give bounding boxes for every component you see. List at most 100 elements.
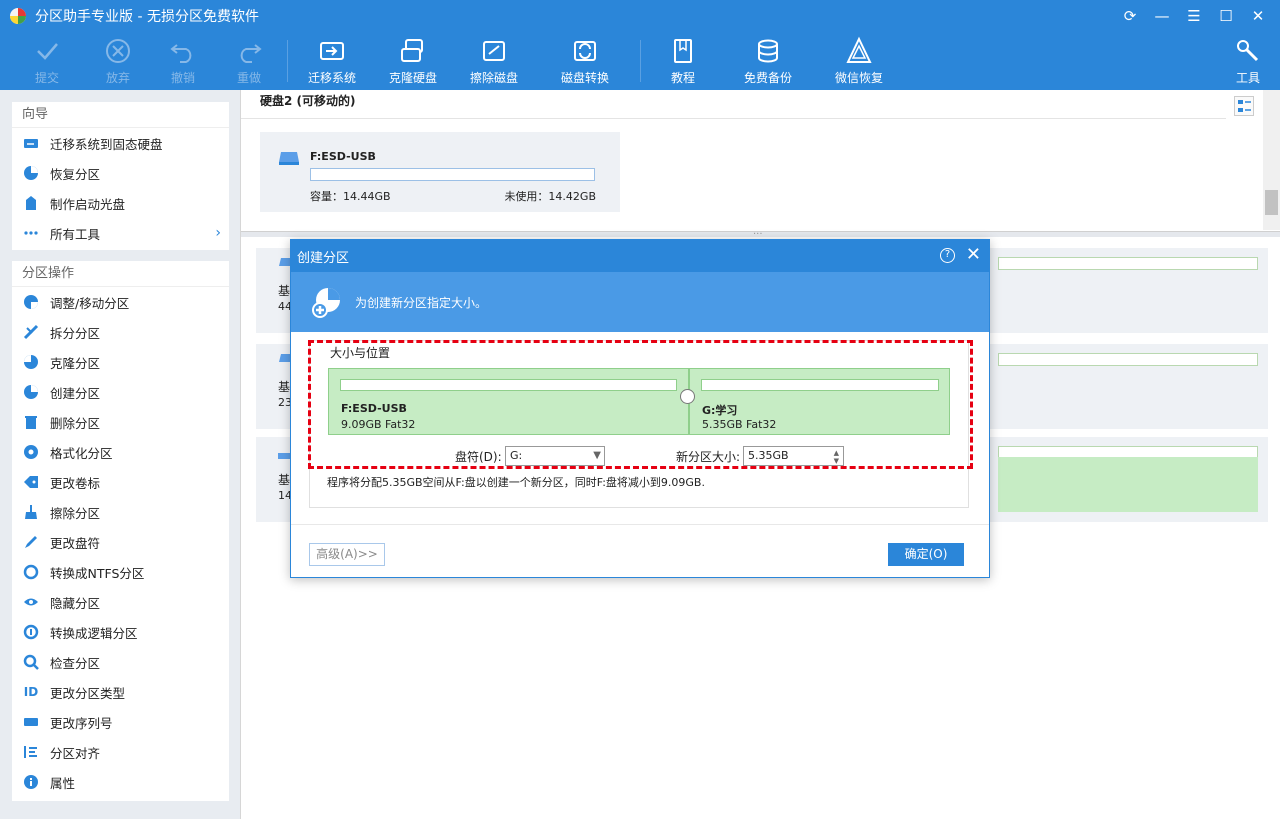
close-button[interactable]: ✕ <box>1242 0 1274 32</box>
spin-up-icon[interactable]: ▲ <box>834 449 839 457</box>
wechat-restore-button[interactable]: 微信恢复 <box>824 36 894 86</box>
redo-button[interactable]: 重做 <box>214 36 284 86</box>
migrate-os-button[interactable]: 迁移系统 <box>297 36 367 86</box>
maximize-button[interactable]: ☐ <box>1210 0 1242 32</box>
menu-button[interactable]: ☰ <box>1178 0 1210 32</box>
free-backup-button[interactable]: 免费备份 <box>733 36 803 86</box>
partition-usage-bar <box>340 379 677 391</box>
sidebar-item-label: 隐藏分区 <box>50 595 101 611</box>
view-toggle-button[interactable] <box>1234 96 1254 116</box>
tutorial-label: 教程 <box>670 71 695 85</box>
properties-icon <box>22 773 40 791</box>
sidebar-item-clone-partition[interactable]: 克隆分区 <box>12 347 229 377</box>
sidebar-item-label: 转换成NTFS分区 <box>50 565 145 581</box>
sidebar-item-create-partition[interactable]: 创建分区 <box>12 377 229 407</box>
more-tools-icon <box>22 224 40 242</box>
sidebar-item-format-partition[interactable]: 格式化分区 <box>12 437 229 467</box>
group-title: 大小与位置 <box>328 344 393 361</box>
sidebar-item-label: 迁移系统到固态硬盘 <box>50 136 163 152</box>
tools-button[interactable]: 工具 <box>1213 36 1280 86</box>
sidebar-item-align-partition[interactable]: 分区对齐 <box>12 737 229 767</box>
format-partition-icon <box>22 443 40 461</box>
drive-letter-select[interactable]: G: ▼ <box>505 446 605 466</box>
scrollbar[interactable] <box>1263 90 1280 230</box>
tutorial-button[interactable]: 教程 <box>648 36 718 86</box>
clone-partition-icon <box>22 353 40 371</box>
ok-button[interactable]: 确定(O) <box>888 543 964 566</box>
sidebar-item-resize-partition[interactable]: 调整/移动分区 <box>12 287 229 317</box>
discard-button[interactable]: 放弃 <box>83 36 153 86</box>
list-view-icon <box>1238 100 1251 112</box>
wipe-disk-button[interactable]: 擦除磁盘 <box>459 36 529 86</box>
dialog-close-button[interactable]: ✕ <box>966 244 981 265</box>
left-partition-block[interactable]: F:ESD-USB 9.09GB Fat32 <box>328 368 689 435</box>
sidebar-item-recover-partition[interactable]: 恢复分区 <box>12 158 229 188</box>
sidebar-item-label: 检查分区 <box>50 655 101 671</box>
toolbar-divider <box>287 40 288 82</box>
disk-card-label: 基 <box>278 473 291 487</box>
free-backup-label: 免费备份 <box>743 71 792 85</box>
sidebar-item-label: 删除分区 <box>50 415 101 431</box>
undo-button[interactable]: 撤销 <box>148 36 218 86</box>
sidebar-item-migrate-ssd[interactable]: 迁移系统到固态硬盘 <box>12 128 229 158</box>
partition-info: 9.09GB Fat32 <box>341 418 416 431</box>
sidebar-item-change-drive-letter[interactable]: 更改盘符 <box>12 527 229 557</box>
sidebar-item-label: 调整/移动分区 <box>50 295 130 311</box>
sidebar-item-label: 转换成逻辑分区 <box>50 625 138 641</box>
sidebar-item-delete-partition[interactable]: 删除分区 <box>12 407 229 437</box>
backup-icon <box>758 39 778 63</box>
sidebar-item-bootable-media[interactable]: 制作启动光盘 <box>12 188 229 218</box>
spin-down-icon[interactable]: ▼ <box>834 457 839 465</box>
right-partition-block[interactable]: G:学习 5.35GB Fat32 <box>689 368 950 435</box>
minimize-button[interactable]: — <box>1146 0 1178 32</box>
redo-icon <box>240 44 262 63</box>
sidebar-item-change-serial[interactable]: 更改序列号 <box>12 707 229 737</box>
create-partition-dialog: 创建分区 ? ✕ 为创建新分区指定大小。 大小与位置 F:ESD-USB 9.0… <box>290 239 990 578</box>
convert-disk-button[interactable]: 磁盘转换 <box>550 36 620 86</box>
sidebar-item-convert-logical[interactable]: 转换成逻辑分区 <box>12 617 229 647</box>
disk-header: 硬盘2 (可移动的) <box>260 94 356 108</box>
sidebar-item-hide-partition[interactable]: 隐藏分区 <box>12 587 229 617</box>
usb-partition-card[interactable]: F:ESD-USB 容量：14.44GB 未使用：14.42GB <box>260 132 620 212</box>
sidebar-item-change-label[interactable]: 更改卷标 <box>12 467 229 497</box>
sidebar-item-label: 拆分分区 <box>50 325 101 341</box>
pane-splitter[interactable]: ··· <box>241 229 1280 240</box>
submit-button[interactable]: 提交 <box>12 36 82 86</box>
resize-handle[interactable] <box>680 389 695 404</box>
dialog-title: 创建分区 <box>297 250 350 266</box>
disk-card-label: 基 <box>278 284 291 298</box>
sidebar-item-wipe-partition[interactable]: 擦除分区 <box>12 497 229 527</box>
sidebar-item-label: 更改序列号 <box>50 715 113 731</box>
sidebar-item-label: 属性 <box>50 775 76 791</box>
clone-disk-button[interactable]: 克隆硬盘 <box>378 36 448 86</box>
sidebar-item-split-partition[interactable]: 拆分分区 <box>12 317 229 347</box>
sidebar-item-check-partition[interactable]: 检查分区 <box>12 647 229 677</box>
toolbar-divider <box>640 40 641 82</box>
wipe-disk-label: 擦除磁盘 <box>469 71 518 85</box>
discard-label: 放弃 <box>105 71 130 85</box>
refresh-icon[interactable]: ⟳ <box>1114 0 1146 32</box>
change-type-icon: ID <box>23 685 39 699</box>
sidebar-item-label: 更改卷标 <box>50 475 101 491</box>
help-icon[interactable]: ? <box>940 248 955 263</box>
sidebar-item-label: 克隆分区 <box>50 355 101 371</box>
dialog-title-bar: 创建分区 ? ✕ <box>291 240 989 272</box>
create-partition-icon <box>312 288 340 318</box>
free-text: 未使用：14.42GB <box>504 190 596 203</box>
sidebar-item-properties[interactable]: 属性 <box>12 767 229 797</box>
delete-partition-icon <box>22 413 40 431</box>
sidebar-item-all-tools[interactable]: 所有工具 › <box>12 218 229 248</box>
partition-usage-bar <box>701 379 939 391</box>
advanced-button[interactable]: 高级(A)>> <box>309 543 385 566</box>
description-text: 程序将分配5.35GB空间从F:盘以创建一个新分区，同时F:盘将减小到9.09G… <box>327 476 705 489</box>
sidebar-item-convert-ntfs[interactable]: 转换成NTFS分区 <box>12 557 229 587</box>
drive-letter-label: 盘符(D): <box>455 450 502 464</box>
wipe-partition-icon <box>22 503 40 521</box>
scrollbar-thumb[interactable] <box>1265 190 1278 215</box>
new-size-stepper[interactable]: 5.35GB ▲ ▼ <box>743 446 844 466</box>
new-size-value: 5.35GB <box>748 449 789 462</box>
wipe-disk-icon <box>483 41 505 61</box>
resize-partition-icon <box>22 293 40 311</box>
sidebar-item-change-type[interactable]: ID 更改分区类型 <box>12 677 229 707</box>
sidebar-item-label: 分区对齐 <box>50 745 101 761</box>
